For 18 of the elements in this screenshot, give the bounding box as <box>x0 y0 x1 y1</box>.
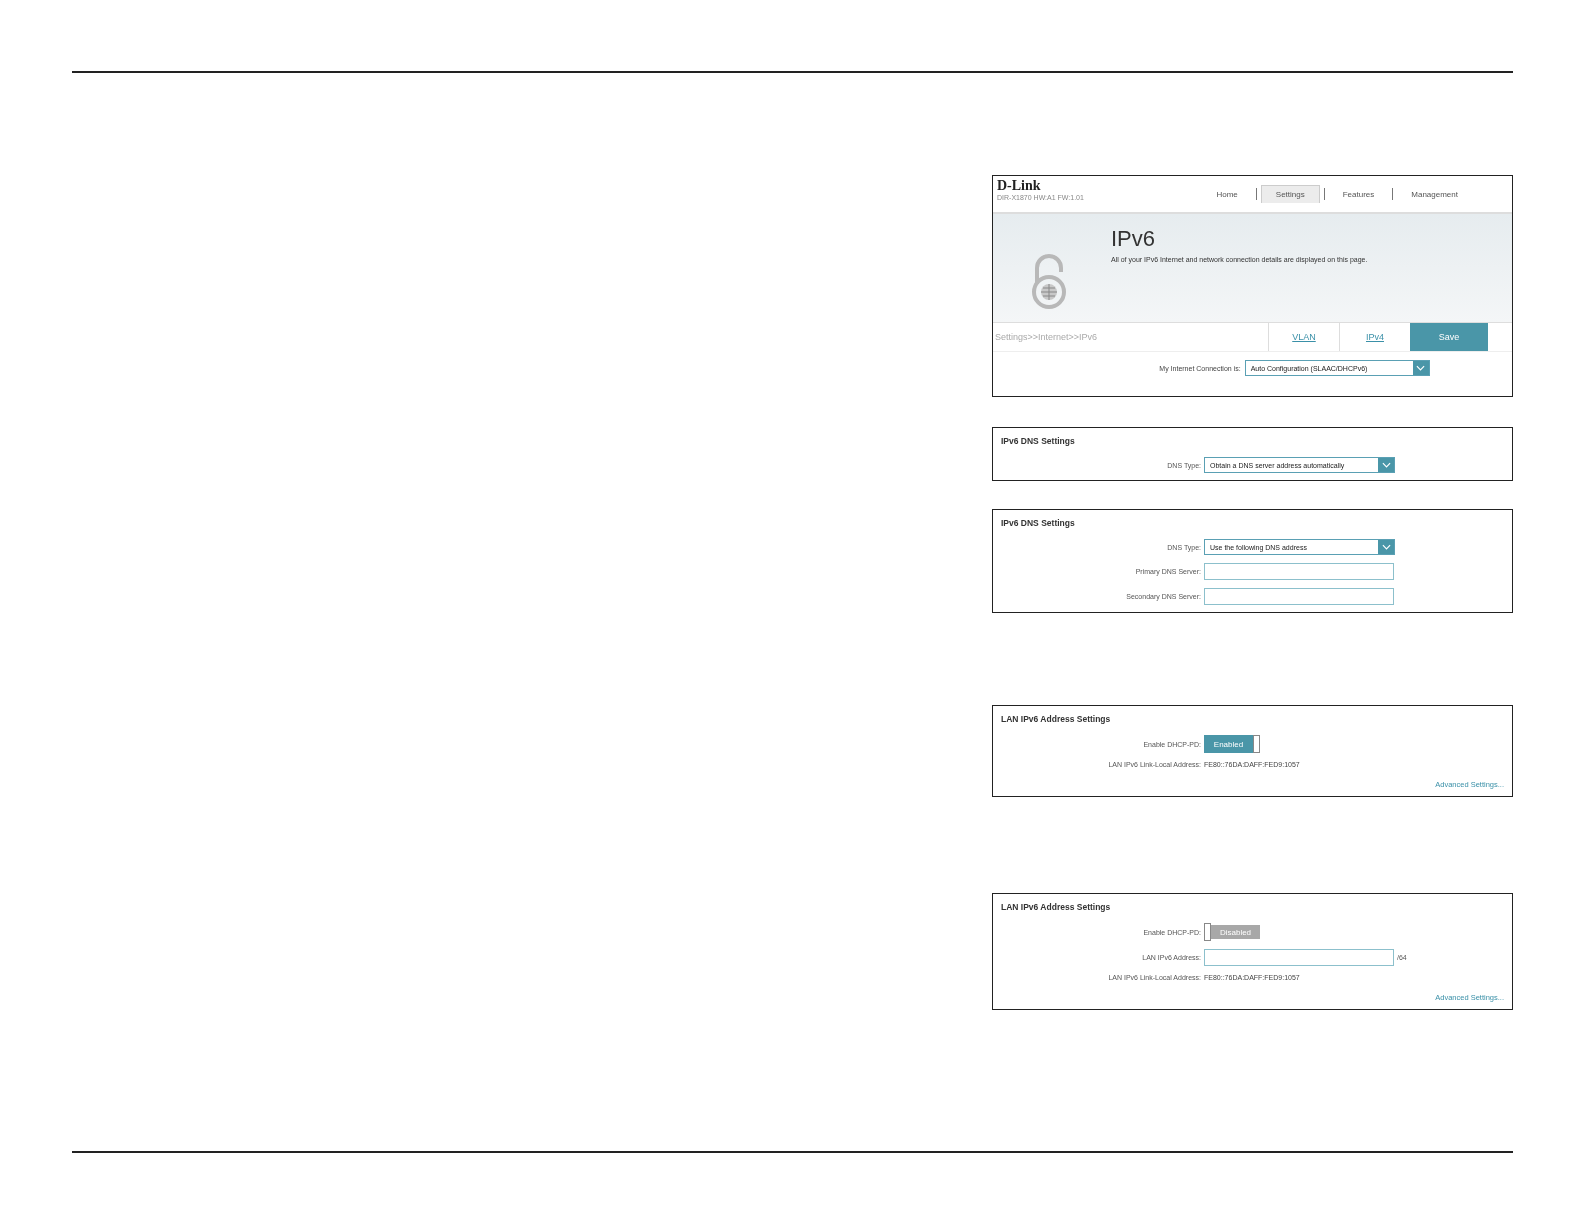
nav-tab[interactable]: Management <box>1397 185 1472 203</box>
page-title: IPv6 <box>1111 226 1157 252</box>
nav-tab[interactable]: Home <box>1202 185 1252 203</box>
panel-title: LAN IPv6 Address Settings <box>1001 902 1112 912</box>
chevron-down-icon <box>1416 365 1426 371</box>
panel-title: IPv6 DNS Settings <box>1001 518 1076 528</box>
breadcrumb: Settings>>Internet>>IPv6 <box>994 332 1099 342</box>
chevron-down-icon <box>1381 544 1391 550</box>
nav-link[interactable]: VLAN <box>1268 323 1339 351</box>
panel-title: LAN IPv6 Address Settings <box>1001 714 1112 724</box>
nav-tab[interactable]: Settings <box>1260 185 1320 203</box>
input-field[interactable] <box>1204 563 1394 580</box>
nav-tab[interactable]: Features <box>1328 185 1389 203</box>
logo: D-Link <box>997 178 1042 194</box>
input-field[interactable] <box>1204 949 1394 966</box>
input-field[interactable] <box>1204 588 1394 605</box>
panel-title: IPv6 DNS Settings <box>1001 436 1076 446</box>
chevron-down-icon <box>1381 462 1391 468</box>
